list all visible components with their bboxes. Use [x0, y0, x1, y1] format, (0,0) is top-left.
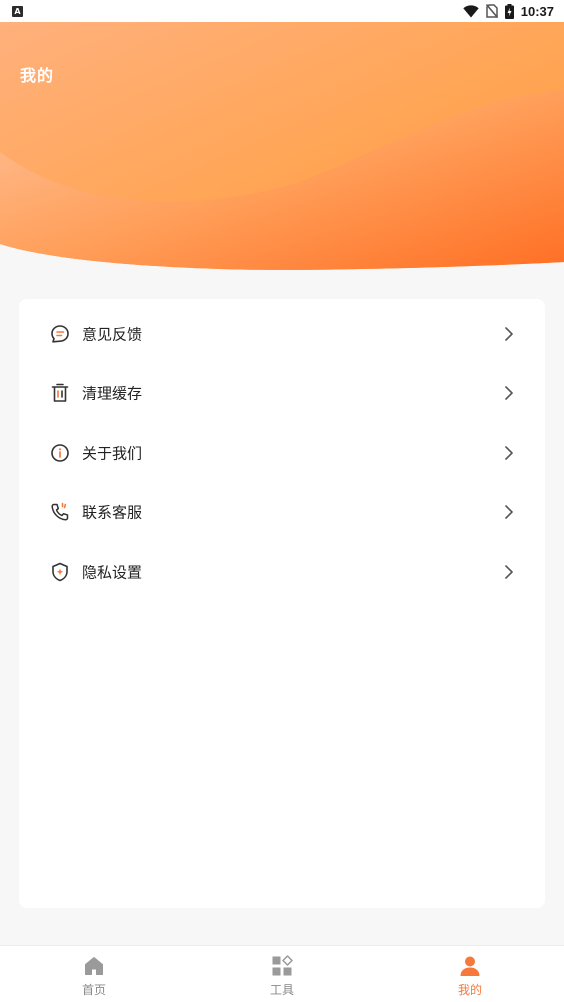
notification-badge: A [12, 5, 23, 17]
nav-tab-tools[interactable]: 工具 [188, 946, 376, 1002]
status-bar: A 10:37 [0, 0, 564, 22]
chevron-right-icon [503, 564, 515, 580]
header-wave-background [0, 22, 564, 270]
status-time: 10:37 [520, 3, 554, 19]
nav-label-home: 首页 [81, 983, 106, 997]
phone-icon [49, 501, 71, 523]
menu-item-privacy-settings[interactable]: 隐私设置 [19, 542, 545, 602]
wifi-icon [463, 4, 479, 18]
chevron-right-icon [503, 385, 515, 401]
menu-card: 意见反馈 清理缓存 关于我们 联系客服 隐私设置 [19, 299, 545, 908]
trash-icon [49, 382, 71, 404]
no-sim-icon [485, 4, 498, 18]
menu-label-clear-cache: 清理缓存 [82, 384, 143, 403]
menu-item-about-us[interactable]: 关于我们 [19, 423, 545, 483]
page-title: 我的 [20, 66, 55, 85]
chevron-right-icon [503, 326, 515, 342]
menu-label-feedback: 意见反馈 [82, 325, 143, 344]
menu-item-feedback[interactable]: 意见反馈 [19, 304, 545, 364]
feedback-icon [49, 323, 71, 345]
chevron-right-icon [503, 445, 515, 461]
header-banner: 我的 [0, 22, 564, 272]
chevron-right-icon [503, 504, 515, 520]
menu-label-contact-support: 联系客服 [82, 503, 143, 522]
nav-label-mine: 我的 [457, 983, 482, 997]
bottom-nav: 首页 工具 我的 [0, 945, 564, 1002]
nav-tab-home[interactable]: 首页 [0, 946, 188, 1002]
menu-label-about-us: 关于我们 [82, 444, 143, 463]
user-icon [459, 955, 481, 977]
nav-label-tools: 工具 [269, 983, 294, 997]
menu-label-privacy-settings: 隐私设置 [82, 563, 143, 582]
tools-icon [271, 955, 293, 977]
menu-item-contact-support[interactable]: 联系客服 [19, 482, 545, 542]
nav-tab-mine[interactable]: 我的 [376, 946, 564, 1002]
info-icon [49, 442, 71, 464]
shield-icon [49, 561, 71, 583]
battery-charging-icon [504, 3, 514, 19]
status-left: A [12, 5, 23, 17]
menu-item-clear-cache[interactable]: 清理缓存 [19, 363, 545, 423]
status-right: 10:37 [463, 3, 554, 19]
screen: A 10:37 我的 意见反馈 清理缓存 关于我们 联系客服 隐私设置 首页 工… [0, 0, 564, 1002]
home-icon [83, 955, 105, 977]
